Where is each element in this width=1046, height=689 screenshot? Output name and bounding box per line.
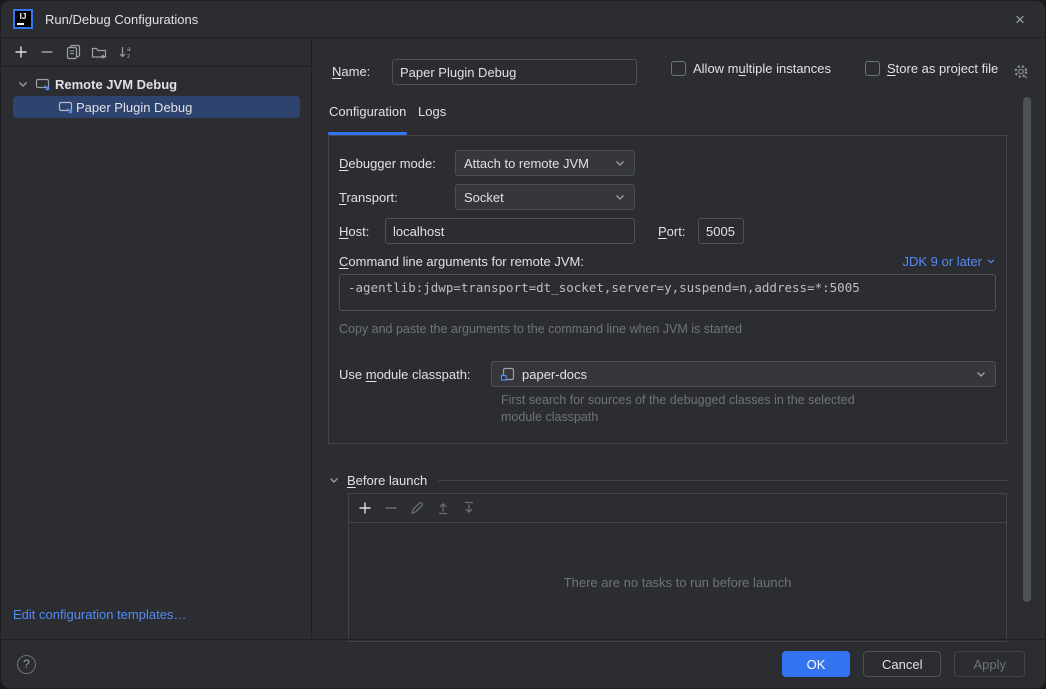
help-icon[interactable]: ? [17,655,36,674]
sort-alphabetically-icon[interactable]: az [117,44,133,60]
move-up-icon[interactable] [435,500,451,516]
dialog-footer: ? OK Cancel Apply [1,639,1045,688]
before-launch-tasks-panel: There are no tasks to run before launch [348,493,1007,642]
add-task-icon[interactable] [357,500,373,516]
tab-logs[interactable]: Logs [418,104,446,119]
intellij-logo-icon: IJ [13,9,33,29]
command-line-args-input[interactable]: -agentlib:jdwp=transport=dt_socket,serve… [339,274,996,311]
module-icon [500,366,516,382]
configuration-form: Debugger mode: Attach to remote JVM Tran… [328,135,1007,444]
before-launch-toolbar [349,494,1006,523]
name-input[interactable] [392,59,637,85]
run-debug-configurations-dialog: IJ Run/Debug Configurations × az [0,0,1046,689]
vertical-scrollbar[interactable] [1023,97,1031,602]
chevron-down-icon [975,368,987,380]
allow-multiple-instances-checkbox[interactable]: Allow multiple instances [671,61,831,76]
before-launch-label: Before launch [347,473,427,488]
sidebar-toolbar: az [1,38,311,67]
chevron-down-icon[interactable] [326,472,342,488]
debugger-mode-select[interactable]: Attach to remote JVM [455,150,635,176]
transport-label: Transport: [339,190,455,205]
cancel-button[interactable]: Cancel [863,651,941,677]
port-input[interactable] [698,218,744,244]
edit-task-icon[interactable] [409,500,425,516]
chevron-down-icon[interactable] [15,76,31,92]
section-divider [438,480,1008,481]
remove-configuration-icon[interactable] [39,44,55,60]
chevron-down-icon [614,157,626,169]
remove-task-icon[interactable] [383,500,399,516]
remote-debug-config-icon [58,99,74,115]
chevron-down-icon [614,191,626,203]
transport-select[interactable]: Socket [455,184,635,210]
remote-debug-config-icon [35,76,51,92]
chevron-down-icon [986,256,996,266]
copy-configuration-icon[interactable] [65,44,81,60]
add-configuration-icon[interactable] [13,44,29,60]
host-label: Host: [339,224,385,239]
tree-item-remote-jvm-debug[interactable]: Remote JVM Debug [1,73,311,95]
jdk-version-selector[interactable]: JDK 9 or later [903,254,996,269]
store-settings-gear-icon[interactable] [1012,63,1030,81]
host-input[interactable] [385,218,635,244]
checkbox-icon [865,61,880,76]
store-as-project-file-checkbox[interactable]: Store as project file [865,61,998,76]
before-launch-section-header[interactable]: Before launch [326,472,1008,488]
command-line-args-hint: Copy and paste the arguments to the comm… [339,322,742,336]
edit-configuration-templates-link[interactable]: Edit configuration templates… [13,607,186,622]
before-launch-empty-text: There are no tasks to run before launch [349,523,1006,641]
module-classpath-label: Use module classpath: [339,367,491,382]
configurations-tree: Remote JVM Debug Paper Plugin Debug [1,67,311,118]
module-classpath-hint: First search for sources of the debugged… [501,392,855,426]
tab-configuration[interactable]: Configuration [329,104,406,119]
checkbox-icon [671,61,686,76]
move-down-icon[interactable] [461,500,477,516]
apply-button[interactable]: Apply [954,651,1025,677]
configuration-editor-panel: Name: Allow multiple instances Store as … [313,38,1045,639]
svg-text:a: a [127,46,131,53]
svg-text:z: z [127,53,130,60]
tree-item-label: Paper Plugin Debug [76,100,192,115]
module-classpath-select[interactable]: paper-docs [491,361,996,387]
configurations-sidebar: az Remote JVM Debug Paper Plugin Debug E… [1,38,312,639]
debugger-mode-label: Debugger mode: [339,156,455,171]
title-bar: IJ Run/Debug Configurations × [1,1,1045,38]
ok-button[interactable]: OK [782,651,850,677]
command-line-args-label: Command line arguments for remote JVM: [339,254,584,269]
name-label: Name: [332,64,370,79]
tree-item-paper-plugin-debug[interactable]: Paper Plugin Debug [13,96,300,118]
new-folder-icon[interactable] [91,44,107,60]
tree-item-label: Remote JVM Debug [55,77,177,92]
port-label: Port: [658,224,698,239]
dialog-title: Run/Debug Configurations [45,12,198,27]
close-icon[interactable]: × [1009,9,1031,31]
